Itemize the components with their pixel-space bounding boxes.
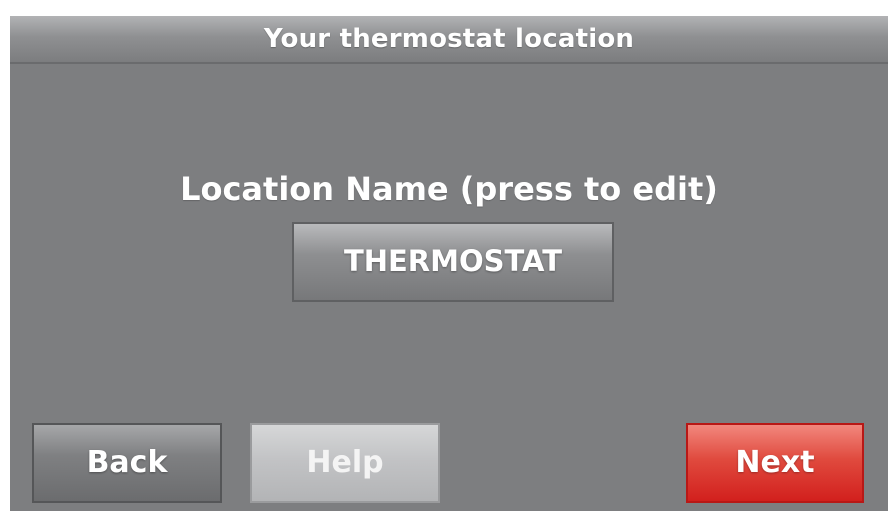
location-name-label: Location Name (press to edit) (180, 170, 718, 208)
next-button[interactable]: Next (686, 423, 864, 503)
thermostat-screen: Your thermostat location Location Name (… (10, 16, 888, 511)
location-name-button[interactable]: THERMOSTAT (292, 222, 614, 302)
title-bar: Your thermostat location (10, 16, 888, 64)
page-title: Your thermostat location (263, 24, 635, 54)
help-button[interactable]: Help (250, 423, 440, 503)
back-button[interactable]: Back (32, 423, 222, 503)
